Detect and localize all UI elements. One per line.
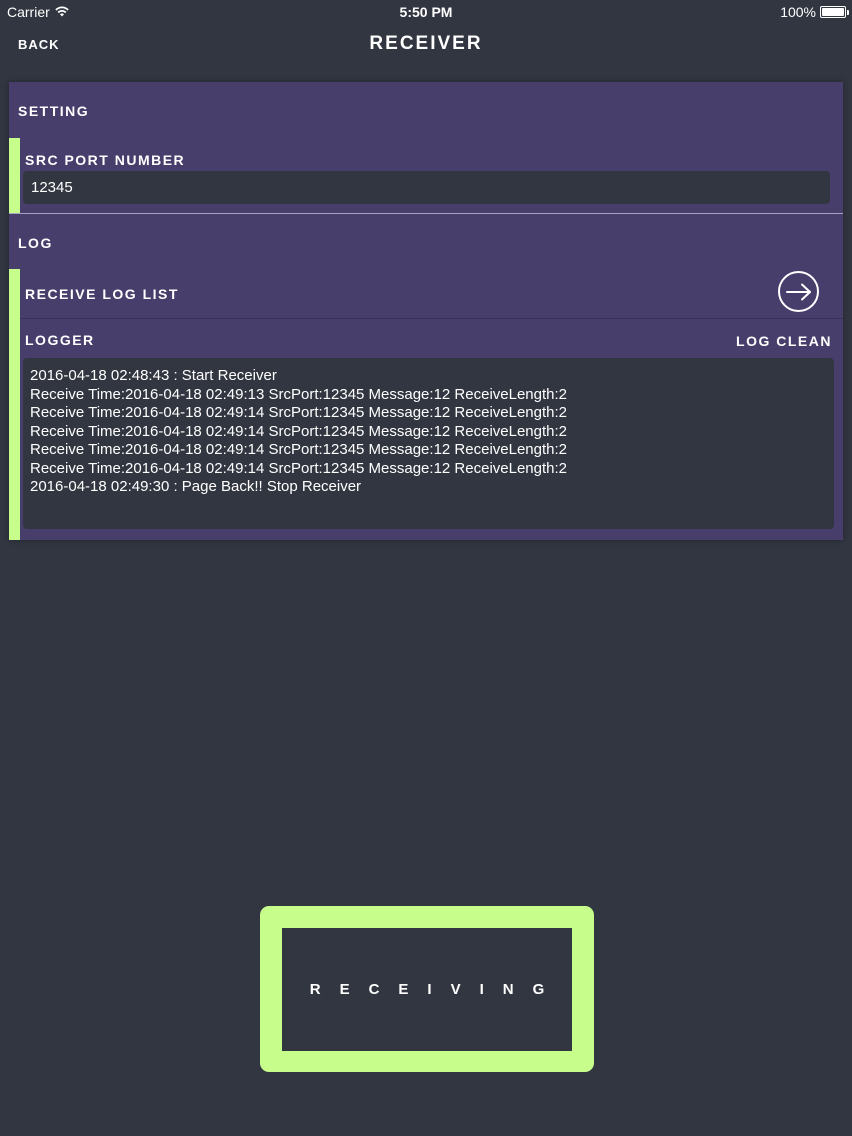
receiving-button-inner: RECEIVING: [282, 928, 572, 1051]
log-line: Receive Time:2016-04-18 02:49:13 SrcPort…: [30, 385, 568, 403]
battery-icon: [820, 6, 849, 18]
logger-label: LOGGER: [25, 332, 95, 348]
log-line: Receive Time:2016-04-18 02:49:14 SrcPort…: [30, 441, 568, 458]
log-line: Receive Time:2016-04-18 02:49:14 SrcPort…: [30, 404, 568, 421]
log-divider: [20, 318, 843, 319]
log-accent-bar: [9, 269, 20, 540]
src-port-label: SRC PORT NUMBER: [25, 152, 186, 168]
log-line: Receive Time:2016-04-18 02:49:14 SrcPort…: [30, 422, 568, 440]
log-clean-button[interactable]: LOG CLEAN: [736, 333, 832, 349]
status-bar: Carrier 5:50 PM 100%: [0, 0, 852, 24]
status-right: 100%: [780, 4, 849, 20]
setting-accent-bar: [9, 138, 20, 213]
receiving-button[interactable]: RECEIVING: [260, 906, 594, 1072]
arrow-right-circle-icon[interactable]: [778, 271, 819, 312]
log-line: 2016-04-18 02:49:30 : Page Back!! Stop R…: [30, 478, 362, 495]
log-line: Receive Time:2016-04-18 02:49:14 SrcPort…: [30, 459, 568, 477]
src-port-input[interactable]: [23, 171, 830, 204]
main-panel: SETTING SRC PORT NUMBER LOG RECEIVE LOG …: [9, 82, 843, 540]
battery-percent: 100%: [780, 4, 816, 20]
receiving-label: RECEIVING: [309, 981, 564, 998]
section-divider: [9, 213, 843, 214]
log-header: LOG: [18, 235, 53, 251]
receive-log-list-label[interactable]: RECEIVE LOG LIST: [25, 286, 179, 302]
setting-header: SETTING: [18, 103, 90, 119]
log-line: 2016-04-18 02:48:43 : Start Receiver: [30, 367, 277, 384]
status-time: 5:50 PM: [399, 4, 453, 20]
page-title: RECEIVER: [369, 33, 483, 54]
logger-text-area[interactable]: 2016-04-18 02:48:43 : Start Receiver Rec…: [23, 358, 834, 529]
